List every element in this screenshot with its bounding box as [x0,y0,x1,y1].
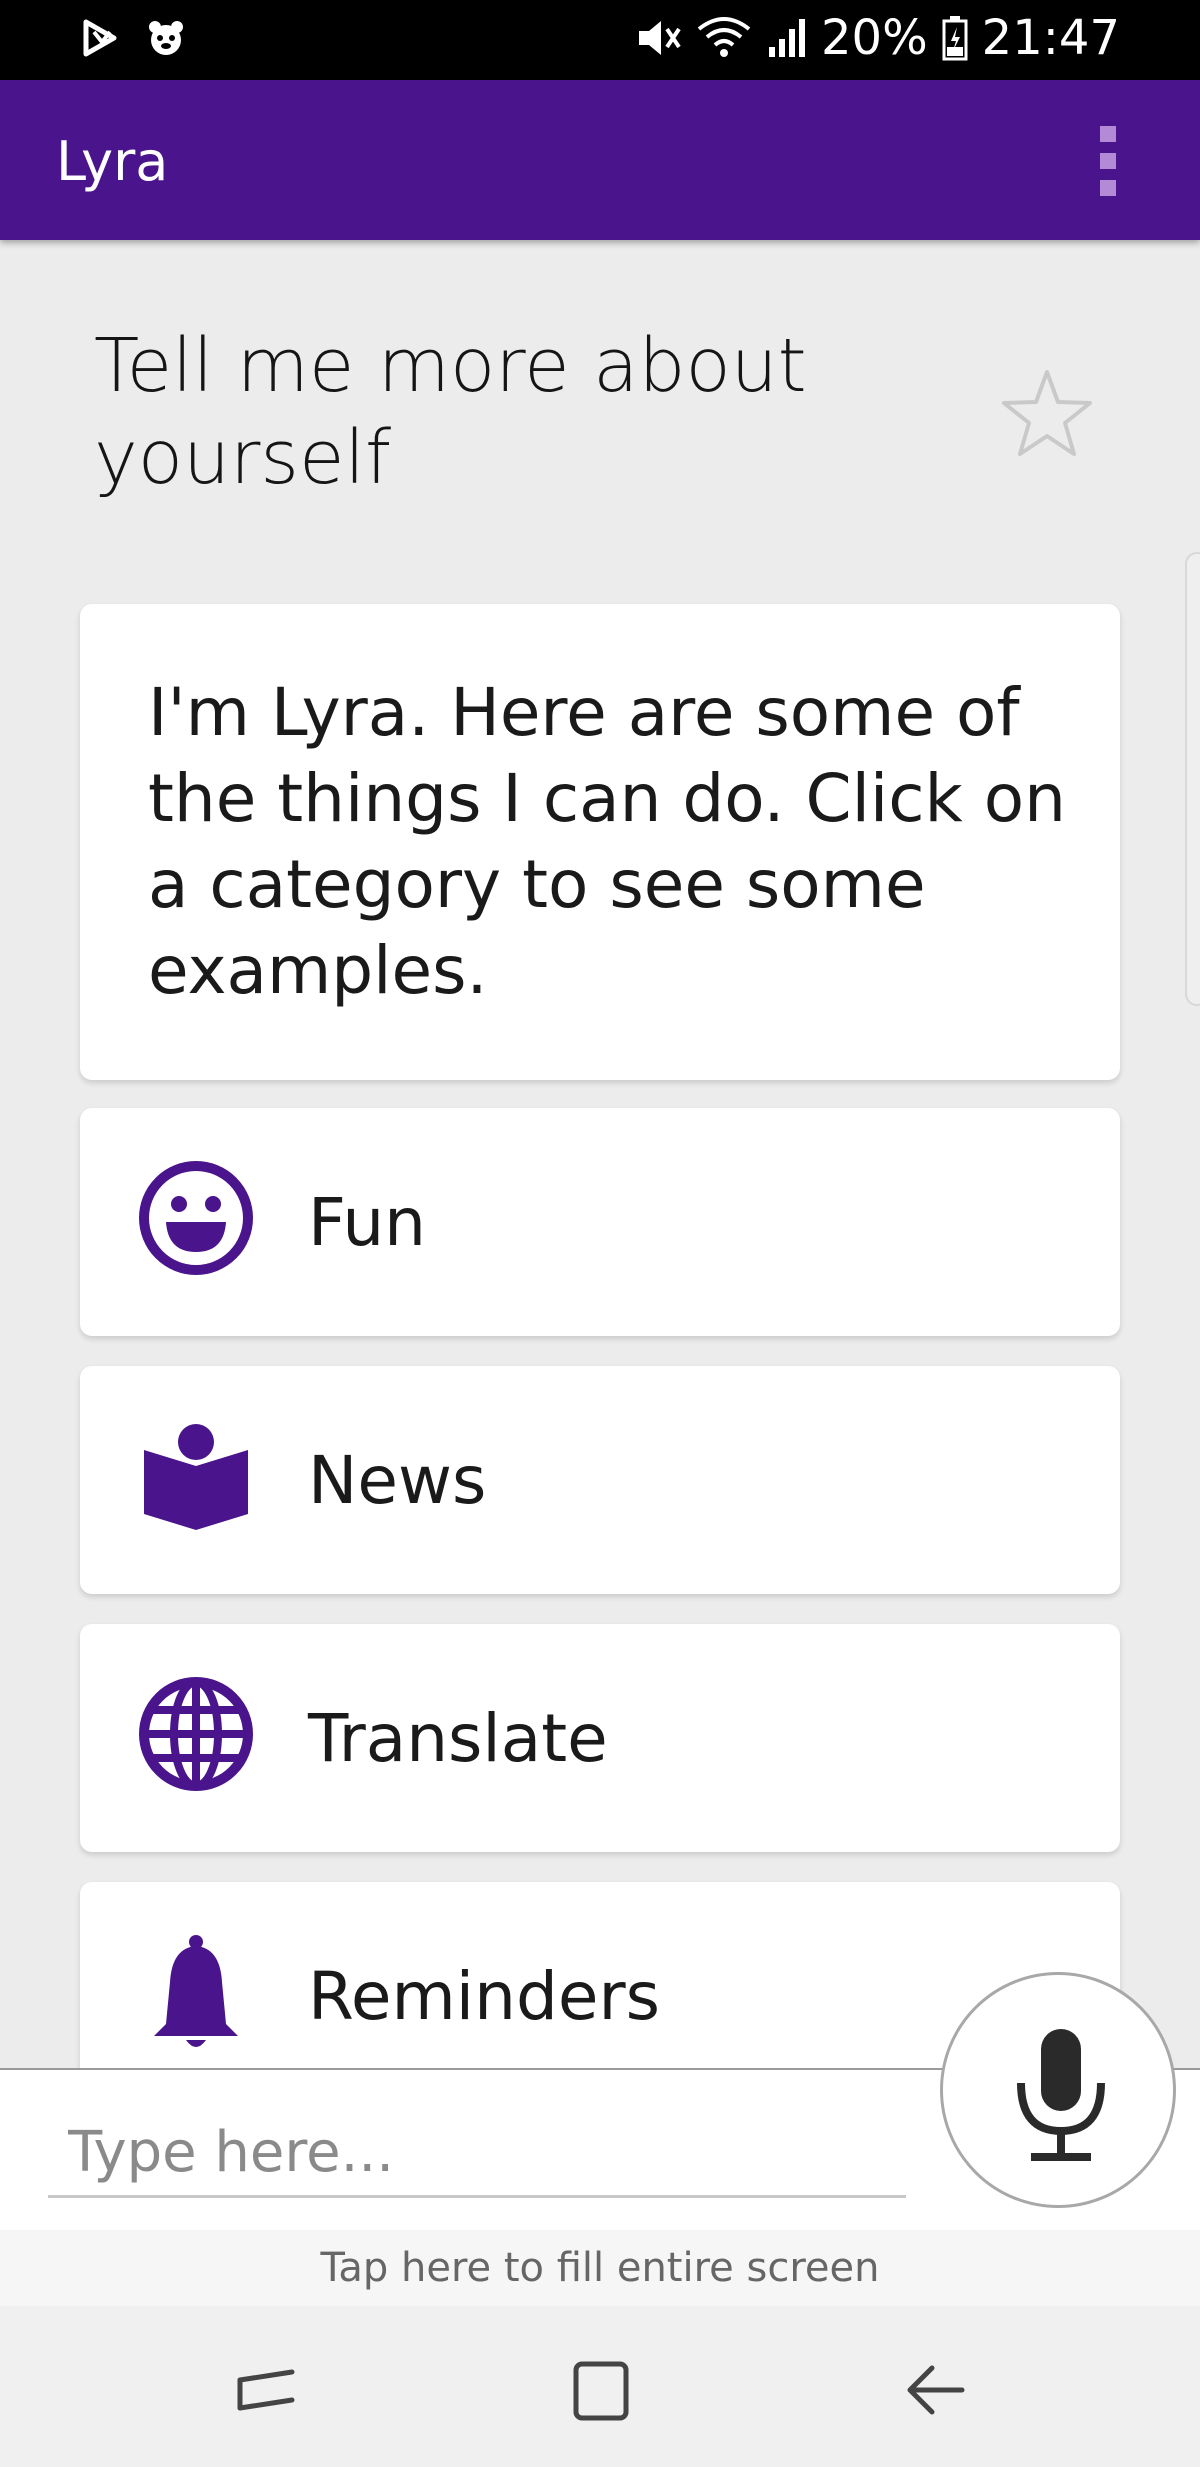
navigation-bar [0,2306,1200,2467]
play-store-icon [83,19,117,57]
smiley-icon [139,1161,253,1275]
back-icon[interactable] [896,2350,976,2430]
microphone-icon [1017,2029,1105,2161]
star-icon[interactable] [1000,368,1094,458]
intro-card: I'm Lyra. Here are some of the things I … [80,604,1120,1080]
intro-text: I'm Lyra. Here are some of the things I … [148,674,1066,1009]
category-label: Translate [308,1700,608,1777]
signal-icon [768,19,805,57]
globe-icon [139,1677,253,1791]
battery-icon [942,16,968,61]
mic-button[interactable] [940,1972,1176,2208]
reading-icon [144,1424,248,1530]
recent-apps-icon[interactable] [226,2350,306,2430]
clock: 21:47 [981,10,1120,66]
fill-screen-hint[interactable]: Tap here to fill entire screen [0,2230,1200,2306]
app-bar: Lyra [0,80,1200,240]
app-title: Lyra [56,130,169,193]
overflow-menu-icon[interactable] [1088,126,1128,196]
status-bar: 20% 21:47 [0,0,1200,80]
category-card-fun[interactable]: Fun [80,1108,1120,1336]
question-text: Tell me more about yourself [94,323,807,501]
scroll-indicator[interactable] [1185,552,1200,1006]
category-label: Fun [308,1184,427,1261]
mute-icon [638,21,681,55]
app-notification-icon [149,21,183,55]
bell-icon [154,1935,238,2047]
category-card-translate[interactable]: Translate [80,1624,1120,1852]
battery-percent: 20% [820,10,928,66]
wifi-icon [697,17,751,57]
home-icon[interactable] [560,2350,640,2430]
category-card-news[interactable]: News [80,1366,1120,1594]
category-label: Reminders [308,1958,660,2035]
category-label: News [308,1442,487,1519]
message-input[interactable] [48,2110,906,2198]
